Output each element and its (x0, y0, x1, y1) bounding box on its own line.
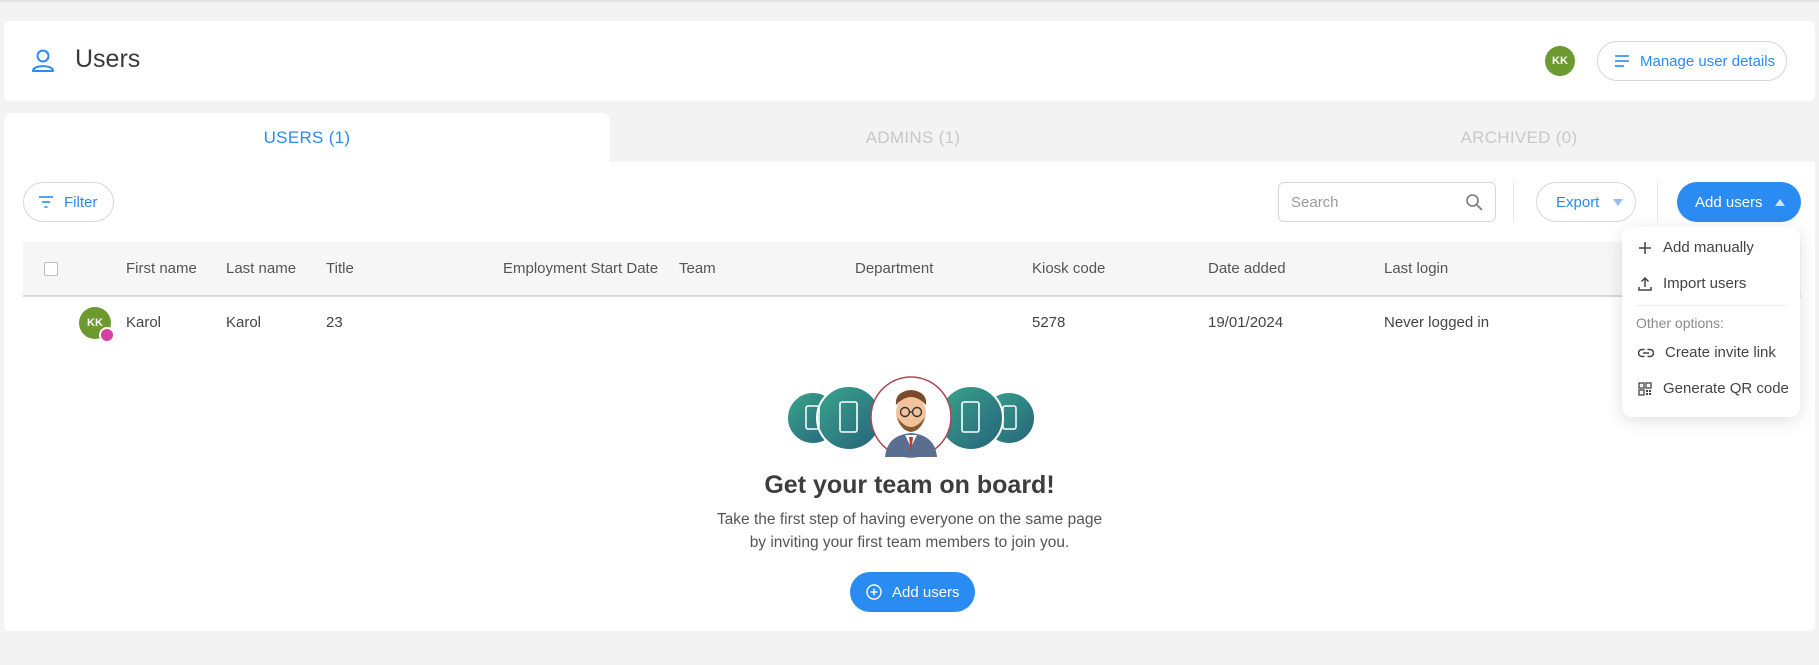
tab-archived[interactable]: ARCHIVED (0) (1216, 113, 1819, 163)
menu-section-label: Other options: (1636, 315, 1724, 331)
export-label: Export (1556, 193, 1600, 211)
menu-item-label: Create invite link (1665, 344, 1776, 361)
table-header: First name Last name Title Employment St… (23, 242, 1801, 297)
search-input[interactable] (1291, 193, 1451, 211)
qr-code-icon (1638, 381, 1652, 396)
link-icon (1638, 348, 1654, 357)
menu-item-generate-qr-code[interactable]: Generate QR code (1638, 380, 1789, 397)
cell-last-name: Karol (226, 314, 262, 331)
avatar[interactable]: KK (1545, 46, 1575, 76)
filter-icon (39, 196, 53, 208)
cell-last-login: Never logged in (1384, 314, 1490, 331)
search-icon[interactable] (1465, 193, 1483, 211)
cell-date-added: 19/01/2024 (1208, 314, 1284, 331)
cell-first-name: Karol (126, 314, 162, 331)
empty-state-line-2: by inviting your first team members to j… (749, 534, 1070, 551)
plus-icon (1639, 241, 1651, 254)
cell-title: 23 (326, 314, 343, 331)
add-users-button[interactable]: Add users (1677, 182, 1801, 222)
column-header-last-name[interactable]: Last name (226, 260, 296, 277)
cell-kiosk-code: 5278 (1032, 314, 1066, 331)
manage-user-details-button[interactable]: Manage user details (1597, 41, 1787, 81)
menu-item-add-manually[interactable]: Add manually (1638, 239, 1754, 256)
add-users-label: Add users (1695, 193, 1763, 211)
empty-state-add-users-label: Add users (892, 583, 960, 601)
filter-label: Filter (64, 193, 98, 211)
caret-up-icon (1774, 198, 1785, 206)
page-header: Users KK Manage user details (4, 21, 1815, 101)
table-row[interactable]: KK Karol Karol 23 5278 19/01/2024 Never … (23, 299, 1801, 349)
menu-item-label: Generate QR code (1663, 380, 1789, 397)
upload-icon (1638, 276, 1652, 291)
toolbar-divider (1657, 182, 1658, 222)
empty-state-title: Get your team on board! (764, 471, 1055, 499)
menu-item-label: Import users (1663, 275, 1747, 292)
page-title: Users (75, 45, 141, 73)
add-users-dropdown-menu: Add manually Import users Other options:… (1622, 227, 1800, 417)
column-header-employment-start-date[interactable]: Employment Start Date (503, 260, 658, 277)
export-button[interactable]: Export (1536, 182, 1636, 222)
empty-state-line-1: Take the first step of having everyone o… (716, 511, 1103, 528)
menu-divider (1636, 305, 1786, 306)
search-box (1278, 182, 1496, 222)
users-panel: Filter Export Add users First name Last … (4, 162, 1815, 631)
column-header-first-name[interactable]: First name (126, 260, 197, 277)
toolbar-divider (1513, 182, 1514, 222)
column-header-team[interactable]: Team (679, 260, 716, 277)
person-icon (32, 49, 54, 72)
top-border (0, 0, 1819, 2)
tab-users[interactable]: USERS (1) (4, 113, 610, 163)
tab-admins[interactable]: ADMINS (1) (610, 113, 1216, 163)
menu-item-create-invite-link[interactable]: Create invite link (1638, 344, 1776, 361)
list-icon (1615, 55, 1629, 67)
column-header-title[interactable]: Title (326, 260, 354, 277)
menu-item-import-users[interactable]: Import users (1638, 275, 1746, 292)
column-header-date-added[interactable]: Date added (1208, 260, 1286, 277)
tab-bar: USERS (1) ADMINS (1) ARCHIVED (0) (4, 113, 1815, 163)
menu-item-label: Add manually (1663, 239, 1754, 256)
empty-state-text: Take the first step of having everyone o… (4, 508, 1815, 554)
empty-state-add-users-button[interactable]: Add users (850, 572, 975, 612)
manage-user-details-label: Manage user details (1640, 52, 1776, 70)
column-header-kiosk-code[interactable]: Kiosk code (1032, 260, 1105, 277)
column-header-last-login[interactable]: Last login (1384, 260, 1448, 277)
select-all-checkbox[interactable] (44, 262, 58, 276)
caret-down-icon (1613, 198, 1624, 206)
crown-badge-icon (99, 327, 115, 343)
column-header-department[interactable]: Department (855, 260, 933, 277)
team-onboarding-illustration (786, 376, 1036, 458)
filter-button[interactable]: Filter (23, 182, 114, 222)
plus-circle-icon (866, 584, 882, 600)
